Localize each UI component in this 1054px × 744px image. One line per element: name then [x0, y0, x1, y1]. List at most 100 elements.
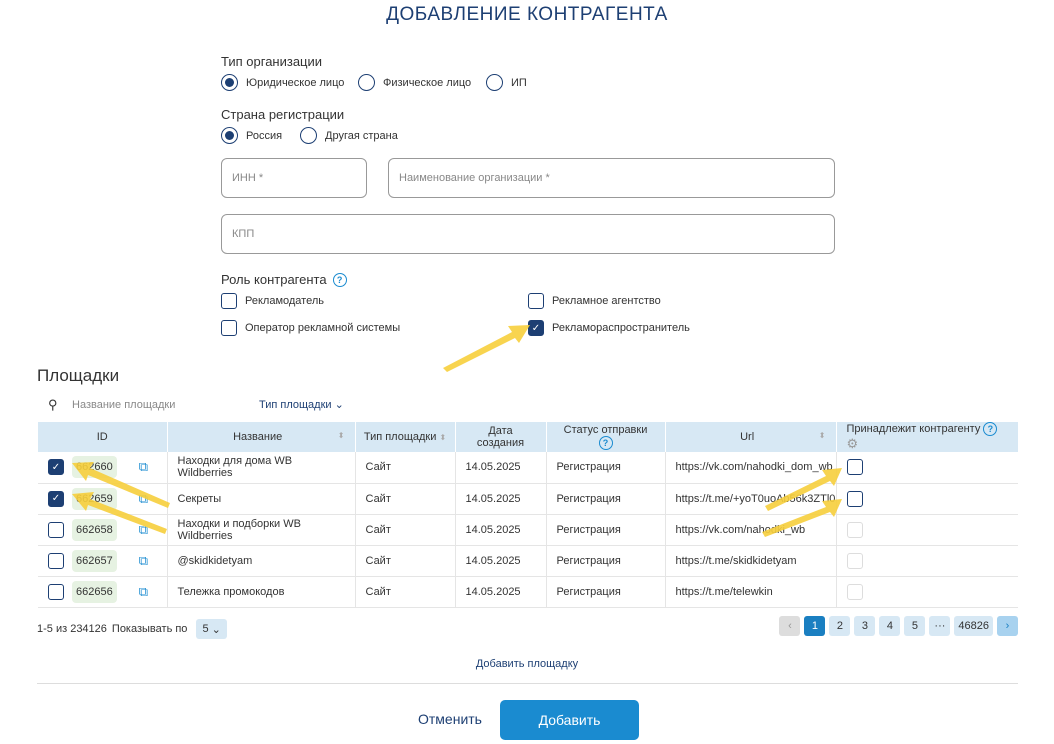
search-icon: ⚲ — [48, 397, 58, 412]
copy-icon[interactable]: ⧉ — [139, 491, 148, 507]
checkmark-icon: ✓ — [528, 320, 544, 336]
table-row[interactable]: 662657 ⧉ @skidkidetyam Сайт 14.05.2025 Ре… — [38, 545, 1018, 577]
row-checkbox[interactable] — [48, 583, 64, 600]
org-type-label: Тип организации — [221, 54, 323, 69]
sort-icon: ⬍ — [337, 431, 345, 440]
table-row[interactable]: ✓ 662659 ⧉ Секреты Сайт 14.05.2025 Регистр… — [38, 483, 1018, 515]
row-checkbox[interactable] — [48, 521, 64, 538]
page-button[interactable]: 3 — [854, 616, 876, 636]
checkbox-label: Рекламное агентство — [552, 295, 661, 307]
radio-legal-entity[interactable]: Юридическое лицо — [221, 74, 344, 91]
cell-status: Регистрация — [546, 576, 666, 608]
inn-field[interactable]: ИНН * — [221, 158, 367, 198]
cancel-button[interactable]: Отменить — [418, 711, 482, 727]
sites-table: ID Название ⬍ Тип площадки ⬍ Дата создани… — [38, 422, 1018, 608]
per-page-label: Показывать по — [111, 623, 188, 635]
col-url[interactable]: Url ⬍ — [665, 422, 837, 452]
help-icon[interactable]: ? — [598, 436, 613, 450]
row-checkbox[interactable]: ✓ — [48, 490, 64, 507]
page-button[interactable]: 2 — [829, 616, 851, 636]
copy-icon[interactable]: ⧉ — [139, 553, 148, 569]
belongs-checkbox[interactable] — [846, 490, 863, 507]
filter-label: Тип площадки — [259, 399, 332, 411]
checkbox-label: Рекламодатель — [245, 295, 324, 307]
per-page-select[interactable]: 5 ⌄ — [196, 619, 227, 639]
checkbox-icon — [221, 293, 237, 309]
page-button[interactable]: 4 — [879, 616, 901, 636]
org-name-field[interactable]: Наименование организации * — [388, 158, 835, 198]
table-row[interactable]: ✓ 662660 ⧉ Находки для дома WB Wildberries… — [38, 452, 1018, 484]
arrow-icon — [443, 325, 530, 372]
cell-type: Сайт — [355, 545, 456, 577]
cell-date: 14.05.2025 — [455, 545, 547, 577]
add-button[interactable]: Добавить — [500, 700, 639, 740]
site-type-filter[interactable]: Тип площадки ⌄ — [259, 398, 344, 411]
cell-name: Секреты — [167, 483, 356, 515]
belongs-checkbox — [846, 552, 863, 569]
page-label: 3 — [861, 620, 868, 632]
cell-belongs — [836, 483, 1018, 515]
page-button[interactable]: 1 — [804, 616, 826, 636]
table-row[interactable]: 662656 ⧉ Тележка промокодов Сайт 14.05.20… — [38, 576, 1018, 608]
row-checkbox[interactable]: ✓ — [48, 459, 64, 476]
sort-icon: ⬍ — [439, 433, 447, 442]
radio-ip[interactable]: ИП — [486, 74, 527, 91]
cell-url: https://t.me/skidkidetyam — [665, 545, 837, 577]
page-button[interactable]: 5 — [904, 616, 926, 636]
cell-type: Сайт — [355, 452, 456, 484]
cell-type: Сайт — [355, 483, 456, 515]
site-id: 662657 — [72, 549, 117, 572]
cell-name: Находки для дома WB Wildberries — [167, 452, 356, 484]
copy-icon[interactable]: ⧉ — [139, 522, 148, 538]
cell-date: 14.05.2025 — [455, 452, 547, 484]
cell-type: Сайт — [355, 514, 456, 546]
cell-name: Тележка промокодов — [167, 576, 356, 608]
site-id: 662658 — [72, 518, 117, 541]
range-text: 1-5 из 234126 — [37, 623, 107, 635]
checkbox-label: Оператор рекламной системы — [245, 322, 401, 334]
cell-url: https://vk.com/nahodki_wb — [665, 514, 837, 546]
belongs-checkbox — [846, 521, 863, 538]
belongs-checkbox[interactable] — [846, 459, 863, 476]
divider — [37, 683, 1018, 684]
help-icon[interactable]: ? — [983, 422, 998, 436]
page-label: 2 — [836, 620, 843, 632]
chevron-down-icon: ⌄ — [334, 399, 344, 411]
table-row[interactable]: 662658 ⧉ Находки и подборки WB Wildberrie… — [38, 514, 1018, 546]
pagination-ellipsis[interactable]: ··· — [929, 616, 951, 636]
chevron-right-icon: › — [1005, 620, 1010, 632]
checkbox-icon — [221, 320, 237, 336]
add-site-link[interactable]: Добавить площадку — [0, 658, 1054, 670]
radio-other-country[interactable]: Другая страна — [300, 127, 398, 144]
checkbox-ad-operator[interactable]: Оператор рекламной системы — [221, 320, 400, 336]
radio-label: ИП — [511, 76, 527, 89]
row-checkbox[interactable] — [48, 552, 64, 569]
checkbox-ad-distributor[interactable]: ✓ Рекламораспространитель — [528, 320, 690, 336]
role-label: Роль контрагента? — [221, 272, 347, 287]
radio-icon — [358, 74, 375, 91]
cell-date: 14.05.2025 — [455, 514, 547, 546]
copy-icon[interactable]: ⧉ — [139, 459, 148, 475]
help-icon[interactable]: ? — [332, 272, 347, 287]
next-page-button[interactable]: › — [997, 616, 1018, 636]
checkbox-ad-agency[interactable]: Рекламное агентство — [528, 293, 661, 309]
page-button[interactable]: 46826 — [954, 616, 993, 636]
site-search-input[interactable]: Название площадки — [72, 399, 232, 411]
checkbox-advertiser[interactable]: Рекламодатель — [221, 293, 324, 309]
col-label: Url — [740, 431, 755, 443]
col-label: Тип площадки — [363, 431, 437, 443]
col-label: Принадлежит контрагенту — [846, 423, 981, 435]
col-type[interactable]: Тип площадки ⬍ — [355, 422, 456, 452]
radio-russia[interactable]: Россия — [221, 127, 282, 144]
gear-icon[interactable]: ⚙ — [847, 436, 859, 451]
cell-id: 662657 ⧉ — [38, 545, 168, 577]
kpp-field[interactable]: КПП — [221, 214, 835, 254]
belongs-checkbox — [846, 583, 863, 600]
page-label: 46826 — [958, 620, 989, 632]
copy-icon[interactable]: ⧉ — [139, 584, 148, 600]
cell-belongs — [836, 576, 1018, 608]
radio-icon — [221, 74, 238, 91]
sites-title: Площадки — [37, 366, 120, 385]
col-name[interactable]: Название ⬍ — [167, 422, 356, 452]
radio-individual[interactable]: Физическое лицо — [358, 74, 471, 91]
